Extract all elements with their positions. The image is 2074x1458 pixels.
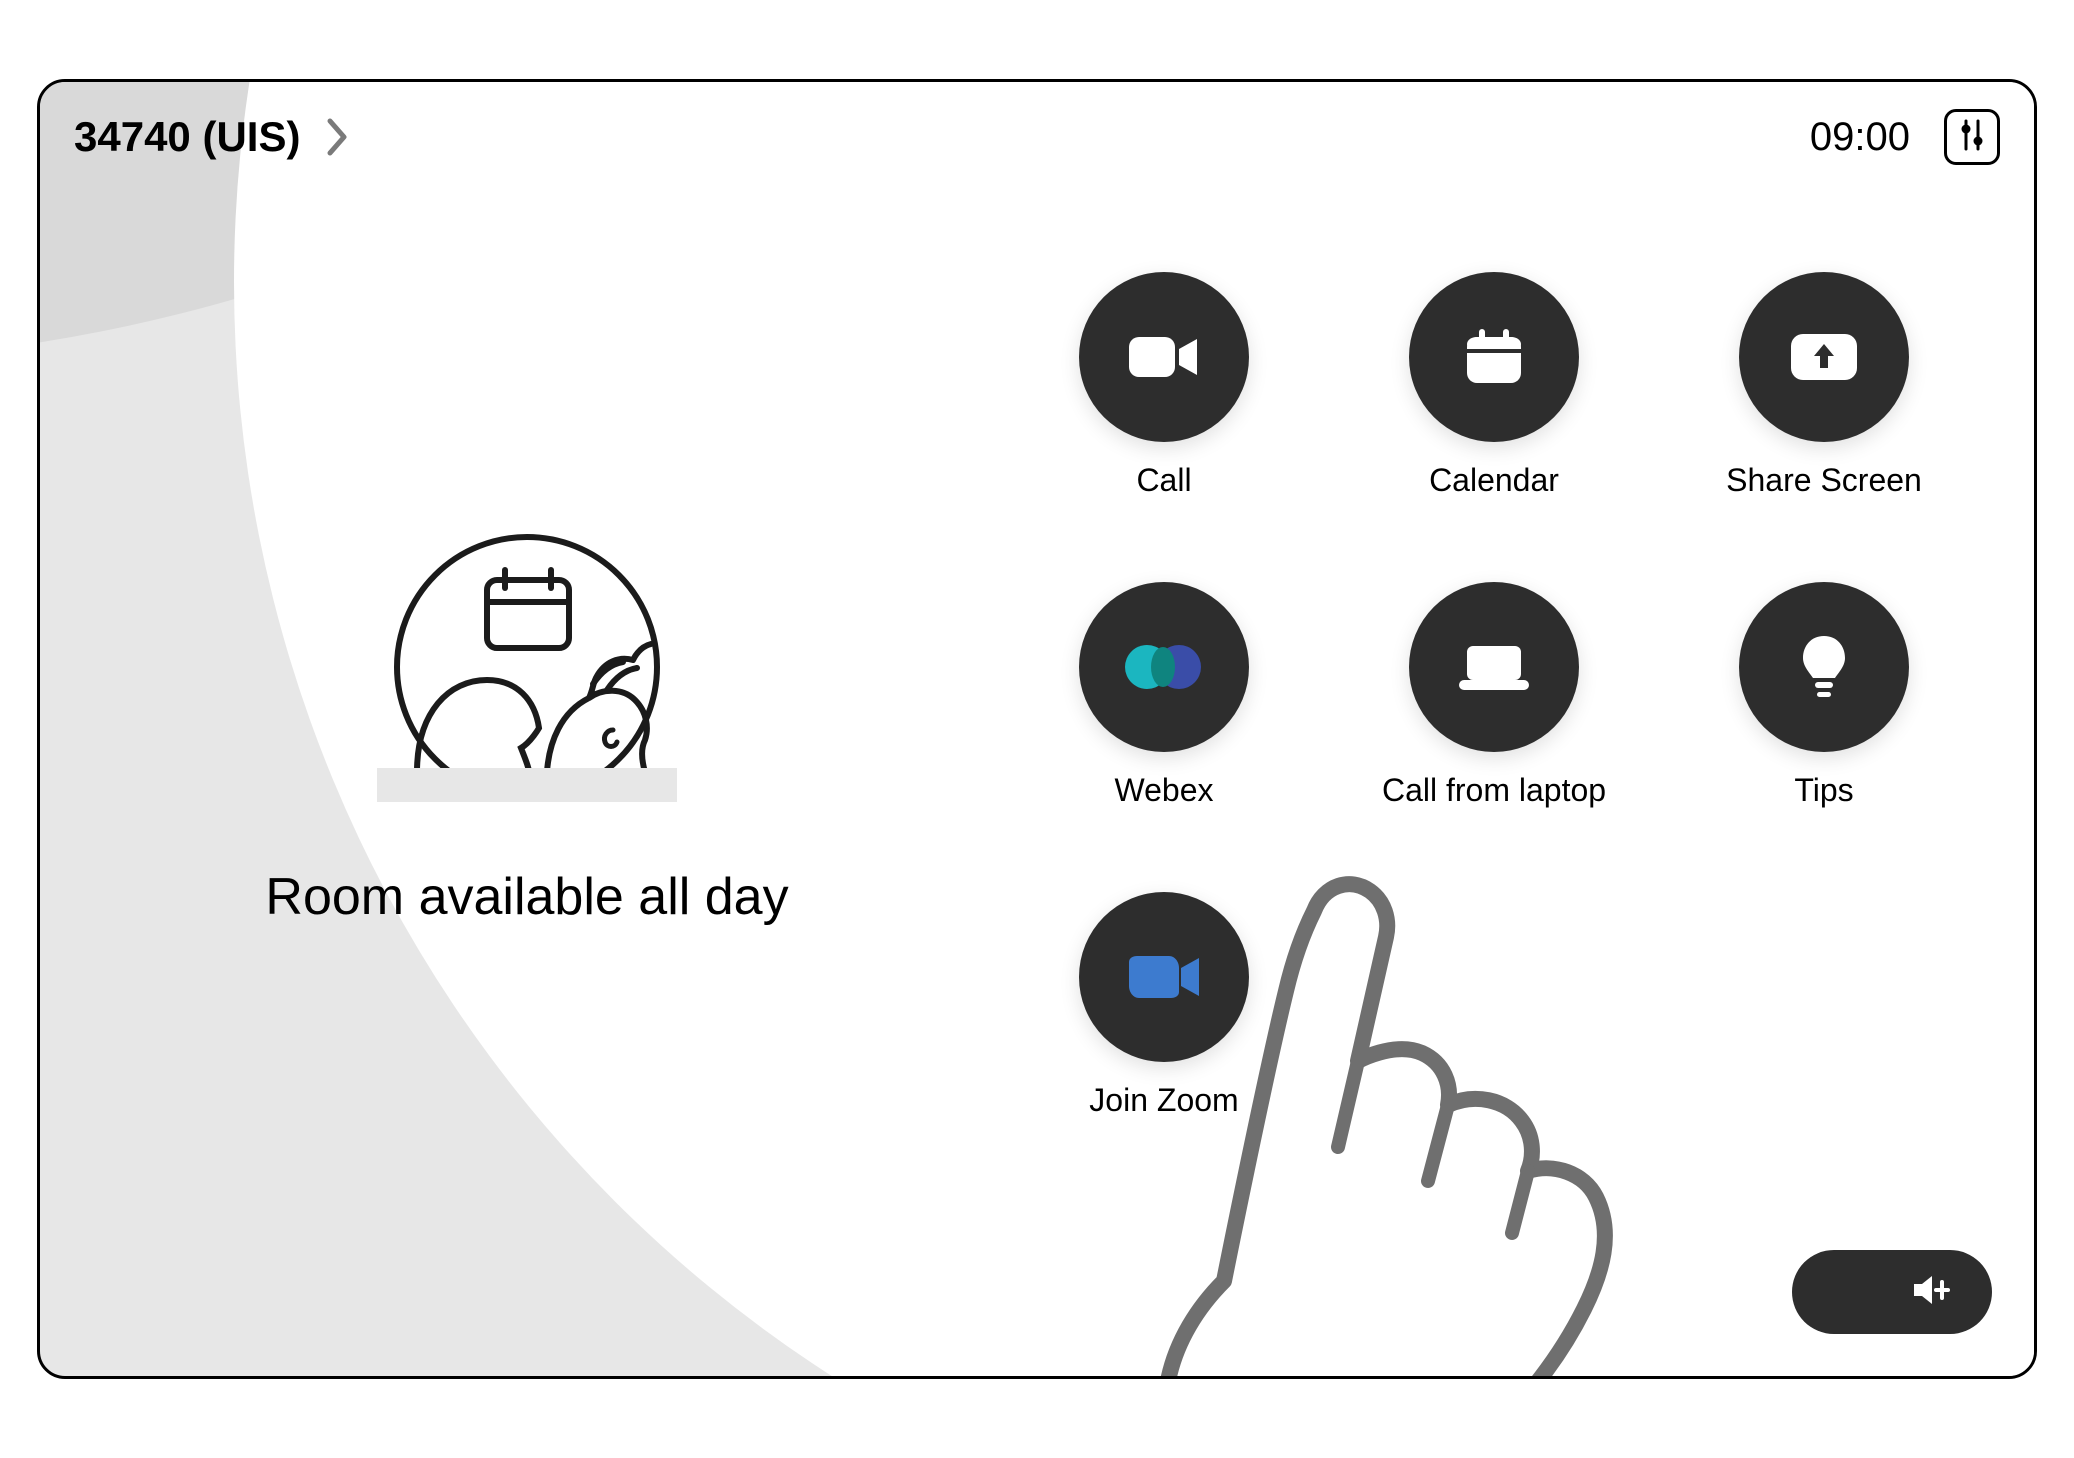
- status-pane: Room available all day: [40, 82, 1014, 1376]
- apps-pane: Call Calendar: [1014, 82, 2034, 1376]
- lightbulb-icon: [1739, 582, 1909, 752]
- room-name: 34740 (UIS): [74, 113, 300, 161]
- room-selector-button[interactable]: 34740 (UIS): [74, 113, 350, 161]
- top-bar: 34740 (UIS) 09:00: [40, 82, 2034, 192]
- volume-button[interactable]: [1792, 1250, 1992, 1334]
- share-screen-icon: [1739, 272, 1909, 442]
- app-label: Share Screen: [1726, 462, 1922, 499]
- touch-panel: 34740 (UIS) 09:00: [37, 79, 2037, 1379]
- app-label: Call: [1136, 462, 1191, 499]
- webex-icon: [1079, 582, 1249, 752]
- app-label: Tips: [1794, 772, 1853, 809]
- app-label: Webex: [1114, 772, 1213, 809]
- chevron-right-icon: [326, 117, 350, 157]
- camera-icon: [1079, 272, 1249, 442]
- room-status-text: Room available all day: [265, 867, 788, 927]
- app-label: Calendar: [1429, 462, 1559, 499]
- sliders-icon: [1959, 119, 1985, 156]
- calendar-icon: [1409, 272, 1579, 442]
- laptop-icon: [1409, 582, 1579, 752]
- app-call[interactable]: Call: [1014, 272, 1314, 532]
- app-label: Join Zoom: [1089, 1082, 1238, 1119]
- clock: 09:00: [1810, 115, 1910, 160]
- apps-grid: Call Calendar: [1014, 272, 1954, 1152]
- volume-up-icon: [1910, 1270, 1958, 1315]
- app-share-screen[interactable]: Share Screen: [1674, 272, 1974, 532]
- app-label: Call from laptop: [1382, 772, 1606, 809]
- app-webex[interactable]: Webex: [1014, 582, 1314, 842]
- app-join-zoom[interactable]: Join Zoom: [1014, 892, 1314, 1152]
- room-available-illustration: [357, 512, 697, 807]
- app-tips[interactable]: Tips: [1674, 582, 1974, 842]
- zoom-icon: [1079, 892, 1249, 1062]
- settings-button[interactable]: [1944, 109, 2000, 165]
- app-call-from-laptop[interactable]: Call from laptop: [1344, 582, 1644, 842]
- app-calendar[interactable]: Calendar: [1344, 272, 1644, 532]
